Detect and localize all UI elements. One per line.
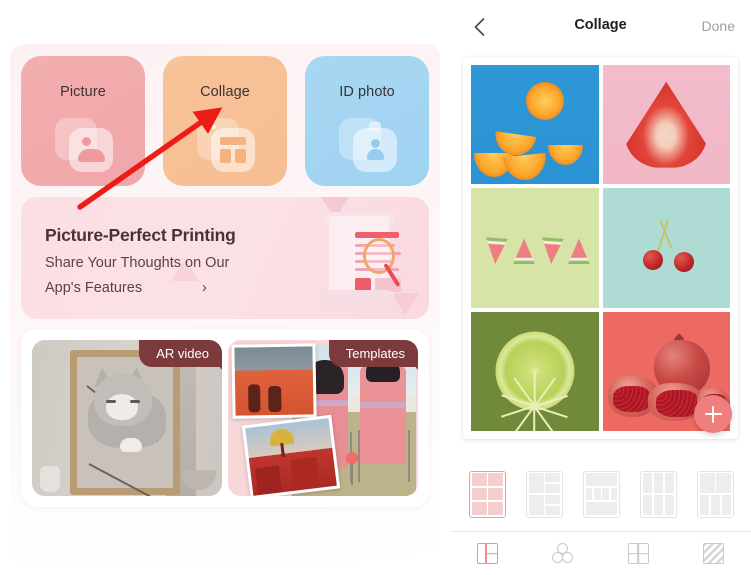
grid-icon (627, 543, 649, 564)
cat-illustration (84, 366, 170, 454)
collage-cell-lime[interactable] (471, 311, 599, 431)
feature-card-collage[interactable]: Collage (163, 56, 287, 186)
layout-template-top-2-bottom-3[interactable] (697, 470, 734, 518)
add-photo-button[interactable] (694, 395, 732, 433)
layout-template-strip[interactable] (450, 455, 751, 533)
tab-texture[interactable] (676, 532, 751, 575)
discover-card-row: AR video Templates (21, 329, 429, 507)
blend-circles-icon (552, 543, 574, 564)
collage-cell-watermelon[interactable] (471, 188, 599, 308)
ar-video-card[interactable]: AR video (32, 340, 222, 496)
banner-subtitle-line2: App's Features (45, 280, 143, 296)
banner-title: Picture-Perfect Printing (45, 225, 236, 245)
ar-video-card-tag: AR video (139, 340, 222, 367)
id-photo-icon (305, 108, 429, 182)
layout-template-top-mid3-bottom[interactable] (583, 470, 620, 518)
editor-tabbar[interactable] (450, 531, 751, 575)
layout-icon (477, 543, 499, 564)
collage-icon (163, 108, 287, 182)
feature-card-picture[interactable]: Picture (21, 56, 145, 186)
tab-layout[interactable] (450, 532, 525, 575)
collage-canvas[interactable] (463, 57, 738, 439)
templates-card[interactable]: Templates (228, 340, 418, 496)
feature-card-row: Picture Collage ID photo (21, 56, 429, 186)
collage-cell-cherries[interactable] (602, 188, 730, 308)
feature-card-id-photo[interactable]: ID photo (305, 56, 429, 186)
collage-cell-orange-slices[interactable] (471, 65, 599, 185)
editor-header: Collage Done (450, 0, 751, 52)
banner-chevron-icon[interactable]: › (202, 280, 207, 296)
collage-grid (471, 65, 730, 431)
picture-icon (21, 108, 145, 182)
collage-editor-panel: Collage Done (450, 0, 751, 575)
promo-banner[interactable]: Picture-Perfect Printing Share Your Thou… (21, 197, 429, 319)
template-snapshot-1 (231, 343, 317, 419)
layout-template-left-2-right-3[interactable] (526, 470, 563, 518)
banner-subtitle-line1: Share Your Thoughts on Our (45, 255, 230, 271)
striped-square-icon (702, 543, 724, 564)
template-snapshot-2 (241, 414, 341, 496)
banner-illustration (311, 212, 403, 308)
home-scroll-content: Picture Collage ID photo Picture-Perfect… (10, 44, 440, 562)
feature-card-id-photo-label: ID photo (339, 84, 395, 100)
tab-grid[interactable] (601, 532, 676, 575)
app-screenshot: Picture Collage ID photo Picture-Perfect… (0, 0, 751, 575)
layout-template-grid-2x3[interactable] (469, 470, 506, 518)
layout-template-grid-3x2[interactable] (640, 470, 677, 518)
templates-card-tag: Templates (328, 340, 418, 367)
tab-blend[interactable] (525, 532, 600, 575)
feature-card-picture-label: Picture (60, 84, 106, 100)
home-panel: Picture Collage ID photo Picture-Perfect… (0, 0, 450, 575)
feature-card-collage-label: Collage (200, 84, 250, 100)
done-button[interactable]: Done (702, 18, 735, 34)
collage-cell-strawberry[interactable] (602, 65, 730, 185)
